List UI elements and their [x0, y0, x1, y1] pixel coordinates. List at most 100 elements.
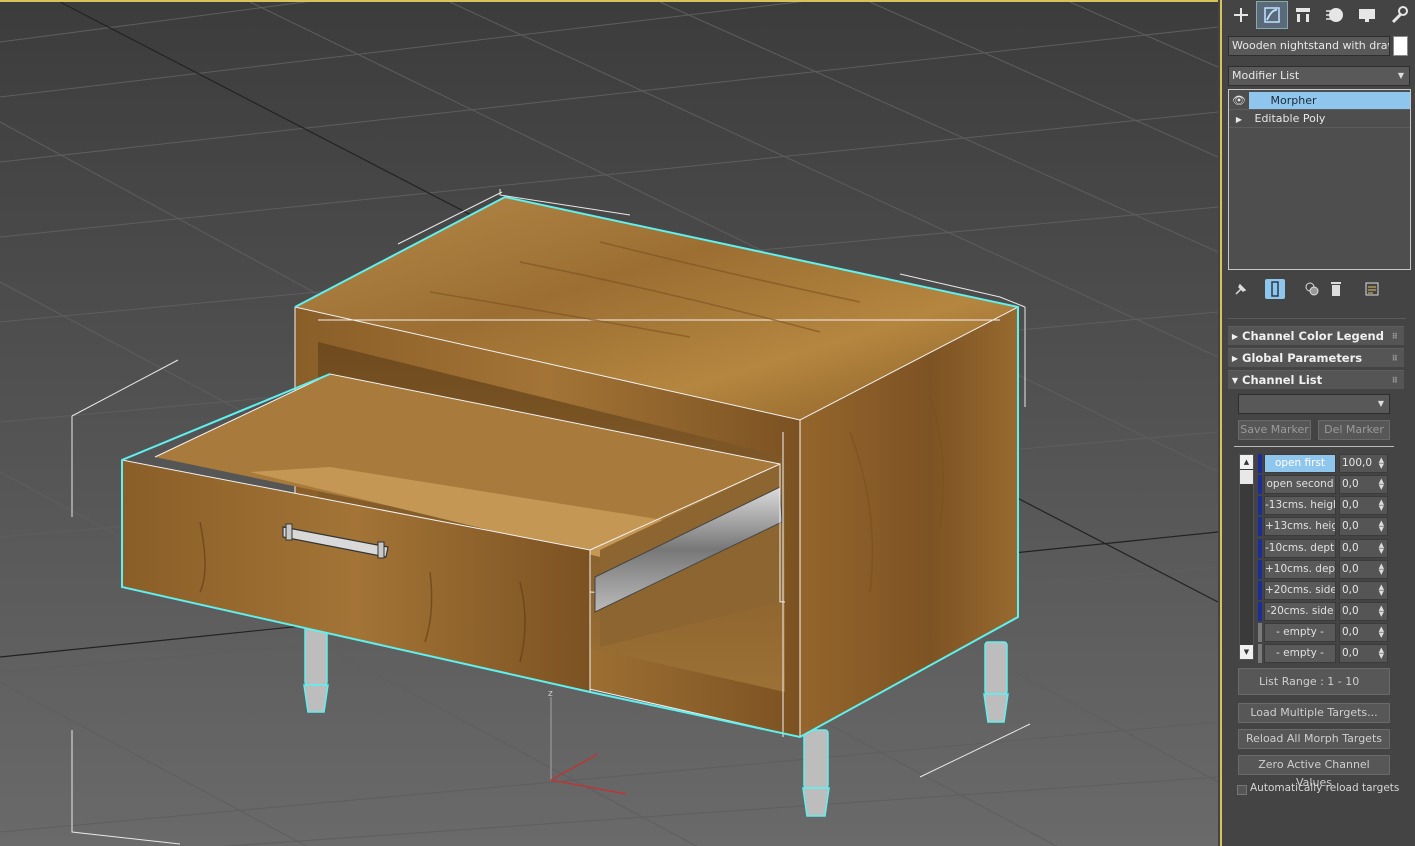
modifier-list-dropdown[interactable]: Modifier List ▼ — [1228, 66, 1410, 86]
hierarchy-icon[interactable] — [1288, 2, 1318, 28]
spinner-arrows-icon[interactable]: ▲ ▼ — [1379, 563, 1384, 576]
channel-color-indicator — [1258, 517, 1262, 536]
command-panel-tabs — [1224, 1, 1414, 29]
rollout-title: Global Parameters — [1242, 351, 1363, 365]
show-end-result-icon[interactable] — [1265, 279, 1285, 299]
spinner-arrows-icon[interactable]: ▲ ▼ — [1379, 584, 1384, 597]
rollout-title: Channel List — [1242, 373, 1323, 387]
channel-value: 0,0 — [1342, 647, 1359, 659]
scroll-up-icon[interactable]: ▲ — [1240, 455, 1253, 469]
rollout-title: Channel Color Legend — [1242, 329, 1384, 343]
channel-color-indicator — [1258, 475, 1262, 494]
channel-color-indicator — [1258, 644, 1262, 663]
stack-item-morpher[interactable]: 👁 Morpher — [1229, 92, 1410, 109]
command-panel: Wooden nightstand with drawer Modifier L… — [1220, 0, 1415, 846]
auto-reload-label: Automatically reload targets — [1250, 782, 1400, 794]
object-name-field[interactable]: Wooden nightstand with drawer — [1228, 36, 1390, 56]
channel-value: 0,0 — [1342, 626, 1359, 638]
spinner-arrows-icon[interactable]: ▲ ▼ — [1379, 478, 1384, 491]
channel-value: 0,0 — [1342, 478, 1359, 490]
spinner-arrows-icon[interactable]: ▲ ▼ — [1379, 499, 1384, 512]
expand-arrow-icon[interactable]: ▶ — [1229, 111, 1249, 128]
reload-all-morph-targets-button[interactable]: Reload All Morph Targets — [1238, 729, 1390, 749]
del-marker-button[interactable]: Del Marker — [1318, 420, 1390, 440]
channel-value-spinner[interactable]: 0,0 ▲ ▼ — [1339, 560, 1388, 579]
channel-value: 100,0 — [1342, 457, 1373, 469]
chevron-down-icon: ▼ — [1377, 399, 1384, 408]
chevron-down-icon: ▼ — [1397, 71, 1404, 80]
utilities-icon[interactable] — [1384, 2, 1414, 28]
channel-value: 0,0 — [1342, 563, 1359, 575]
channel-color-indicator — [1258, 496, 1262, 515]
channel-value-spinner[interactable]: 0,0 ▲ ▼ — [1339, 496, 1388, 515]
channel-name-button[interactable]: - empty - — [1264, 623, 1336, 642]
channel-color-indicator — [1258, 454, 1262, 473]
channel-value-spinner[interactable]: 0,0 ▲ ▼ — [1339, 475, 1388, 494]
channel-name-button[interactable]: -13cms. height — [1264, 496, 1336, 515]
configure-modifier-sets-icon[interactable] — [1362, 279, 1382, 299]
spinner-arrows-icon[interactable]: ▲ ▼ — [1379, 542, 1384, 555]
spinner-arrows-icon[interactable]: ▲ ▼ — [1379, 457, 1384, 470]
motion-icon[interactable] — [1320, 2, 1350, 28]
stack-item-label: Editable Poly — [1254, 112, 1326, 125]
modifier-stack[interactable]: 👁 Morpher ▶ Editable Poly — [1228, 89, 1411, 270]
spinner-arrows-icon[interactable]: ▲ ▼ — [1379, 647, 1384, 660]
rollout-arrow-icon: ▼ — [1231, 376, 1239, 385]
channel-name-button[interactable]: +20cms. side — [1264, 581, 1336, 600]
channel-name-button[interactable]: open first — [1264, 454, 1336, 473]
channel-value: 0,0 — [1342, 520, 1359, 532]
save-marker-button[interactable]: Save Marker — [1238, 420, 1311, 440]
make-unique-icon[interactable] — [1302, 279, 1322, 299]
channel-value: 0,0 — [1342, 542, 1359, 554]
channel-name-button[interactable]: +10cms. depth — [1264, 560, 1336, 579]
eye-icon[interactable]: 👁 — [1229, 92, 1249, 109]
channel-value: 0,0 — [1342, 605, 1359, 617]
rollout-arrow-icon: ▶ — [1231, 354, 1239, 363]
spinner-arrows-icon[interactable]: ▲ ▼ — [1379, 520, 1384, 533]
object-color-swatch[interactable] — [1393, 36, 1408, 56]
display-icon[interactable] — [1352, 2, 1382, 28]
channel-value-spinner[interactable]: 100,0 ▲ ▼ — [1339, 454, 1388, 473]
channel-name-button[interactable]: -20cms. side — [1264, 602, 1336, 621]
modify-icon[interactable] — [1256, 1, 1288, 29]
channel-color-indicator — [1258, 560, 1262, 579]
scroll-thumb[interactable] — [1240, 470, 1253, 484]
channel-value: 0,0 — [1342, 499, 1359, 511]
gizmo-z-label: z — [548, 689, 553, 699]
scroll-down-icon[interactable]: ▼ — [1240, 645, 1253, 659]
channel-color-indicator — [1258, 602, 1262, 621]
rollout-channel-color-legend[interactable]: ▶ Channel Color Legend ⠿ — [1228, 326, 1404, 345]
channel-name-button[interactable]: -10cms. depth — [1264, 539, 1336, 558]
channel-value-spinner[interactable]: 0,0 ▲ ▼ — [1339, 539, 1388, 558]
spinner-arrows-icon[interactable]: ▲ ▼ — [1379, 605, 1384, 618]
remove-modifier-icon[interactable] — [1326, 279, 1346, 299]
channel-value-spinner[interactable]: 0,0 ▲ ▼ — [1339, 517, 1388, 536]
channel-divider — [1234, 446, 1394, 447]
rollout-global-parameters[interactable]: ▶ Global Parameters ⠿ — [1228, 348, 1404, 367]
create-icon[interactable] — [1226, 2, 1256, 28]
stack-item-editable-poly[interactable]: ▶ Editable Poly — [1229, 109, 1410, 128]
rollout-arrow-icon: ▶ — [1231, 332, 1239, 341]
channel-value-spinner[interactable]: 0,0 ▲ ▼ — [1339, 602, 1388, 621]
channel-value-spinner[interactable]: 0,0 ▲ ▼ — [1339, 623, 1388, 642]
auto-reload-checkbox[interactable] — [1237, 785, 1247, 795]
load-multiple-targets-button[interactable]: Load Multiple Targets... — [1238, 703, 1390, 723]
marker-dropdown[interactable]: ▼ — [1238, 394, 1390, 414]
zero-active-channel-values-button[interactable]: Zero Active Channel Values — [1238, 755, 1390, 789]
pin-stack-icon[interactable] — [1231, 279, 1251, 299]
channel-value-spinner[interactable]: 0,0 ▲ ▼ — [1339, 581, 1388, 600]
grip-icon: ⠿ — [1391, 354, 1398, 363]
channel-name-button[interactable]: open second — [1264, 475, 1336, 494]
channel-scrollbar[interactable]: ▲ ▼ — [1239, 454, 1254, 660]
grip-icon: ⠿ — [1391, 376, 1398, 385]
channel-name-button[interactable]: +13cms. height — [1264, 517, 1336, 536]
rollout-channel-list[interactable]: ▼ Channel List ⠿ — [1228, 370, 1404, 389]
stack-item-label: Morpher — [1270, 94, 1317, 107]
channel-name-button[interactable]: - empty - — [1264, 644, 1336, 663]
perspective-viewport[interactable]: z — [0, 0, 1218, 846]
modifier-list-label: Modifier List — [1232, 69, 1300, 82]
spinner-arrows-icon[interactable]: ▲ ▼ — [1379, 626, 1384, 639]
channel-value-spinner[interactable]: 0,0 ▲ ▼ — [1339, 644, 1388, 663]
grip-icon: ⠿ — [1391, 332, 1398, 341]
list-range-display: List Range : 1 - 10 — [1238, 668, 1390, 695]
